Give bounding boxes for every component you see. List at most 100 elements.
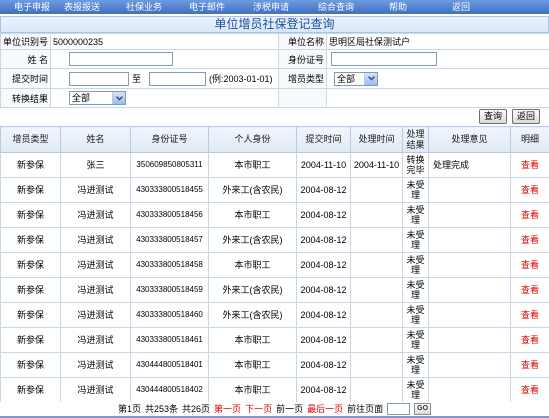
- prev-page-link[interactable]: 前一页: [276, 402, 303, 415]
- cell-process-time: [350, 327, 403, 353]
- go-button[interactable]: GO: [414, 402, 432, 415]
- name-input[interactable]: [69, 52, 173, 66]
- nav-general-query[interactable]: 综合查询: [318, 0, 354, 14]
- cell-identity: 外来工(含农民): [208, 302, 297, 328]
- first-page-link[interactable]: 第一页: [214, 402, 241, 415]
- cell-result: 未受理: [402, 302, 429, 328]
- conversion-result-group: 全部: [53, 91, 276, 105]
- query-button[interactable]: 查询: [478, 109, 507, 124]
- name-field-cell: [50, 49, 279, 69]
- cell-identity: 本市职工: [208, 252, 297, 278]
- cell-submit-time: 2004-08-12: [296, 377, 351, 402]
- id-number-field-cell: [326, 49, 549, 69]
- chevron-down-icon[interactable]: [364, 72, 377, 85]
- date-to-input[interactable]: [149, 71, 207, 86]
- nav-back[interactable]: 返回: [452, 0, 470, 14]
- column-header-type: 增员类型: [0, 126, 61, 153]
- table-row: 新参保 冯进测试 430333800518458 本市职工 2004-08-12 未受理 查…: [0, 252, 549, 278]
- cell-name: 冯进测试: [60, 352, 131, 378]
- form-row-person: 姓 名 身份证号: [0, 49, 549, 69]
- column-header-id-number: 身份证号: [130, 126, 209, 153]
- view-detail-link[interactable]: 查看: [521, 285, 539, 295]
- table-header-row: 增员类型 姓名 身份证号 个人身份 提交时间 处理时间 处理结果 处理意见 明细: [0, 126, 549, 153]
- increase-type-select[interactable]: 全部: [334, 71, 378, 86]
- nav-help[interactable]: 帮助: [389, 0, 407, 14]
- table-row: 新参保 冯进测试 430333800518457 外来工(含农民) 2004-08-12…: [0, 227, 549, 253]
- column-header-identity: 个人身份: [208, 126, 297, 153]
- increase-type-field-cell: 全部: [326, 68, 549, 89]
- table-row: 新参保 冯进测试 430444800518401 本市职工 2004-08-12 未受理 查…: [0, 352, 549, 378]
- cell-opinion: [428, 177, 511, 203]
- cell-identity: 本市职工: [208, 327, 297, 353]
- form-row-result: 转换结果 全部: [0, 88, 549, 108]
- query-form-wrapper: 单位识别号 5000000235 单位名称 思明区局社保测试户 姓 名 身份证号…: [0, 33, 549, 108]
- cell-id-number: 430444800518402: [130, 377, 209, 402]
- view-detail-link[interactable]: 查看: [521, 185, 539, 195]
- cell-identity: 本市职工: [208, 352, 297, 378]
- cell-submit-time: 2004-08-12: [296, 327, 351, 353]
- cell-id-number: 430333800518459: [130, 277, 209, 303]
- table-row: 新参保 冯进测试 430333800518459 外来工(含农民) 2004-08-12…: [0, 277, 549, 303]
- view-detail-link[interactable]: 查看: [521, 310, 539, 320]
- column-header-detail: 明细: [510, 126, 549, 153]
- goto-page-input[interactable]: [387, 402, 411, 415]
- total-pages-text: 共26页: [182, 404, 211, 414]
- view-detail-link[interactable]: 查看: [521, 235, 539, 245]
- cell-detail: 查看: [510, 352, 549, 378]
- cell-process-time: [350, 352, 403, 378]
- cell-identity: 外来工(含农民): [208, 227, 297, 253]
- cell-process-time: 2004-11-10: [350, 152, 403, 178]
- cell-submit-time: 2004-08-12: [296, 352, 351, 378]
- next-page-link[interactable]: 下一页: [245, 402, 272, 415]
- view-detail-link[interactable]: 查看: [521, 210, 539, 220]
- cell-type: 新参保: [0, 277, 61, 303]
- cell-detail: 查看: [510, 327, 549, 353]
- cell-opinion: [428, 227, 511, 253]
- nav-social-security[interactable]: 社保业务: [126, 0, 162, 14]
- table-row: 新参保 冯进测试 430333800518461 本市职工 2004-08-12 未受理 查…: [0, 327, 549, 353]
- name-label: 姓 名: [0, 49, 51, 69]
- goto-page-label: 前往页面: [347, 404, 384, 414]
- last-page-link[interactable]: 最后一页: [307, 402, 343, 415]
- cell-id-number: 430333800518461: [130, 327, 209, 353]
- nav-email[interactable]: 电子邮件: [189, 0, 225, 14]
- cell-type: 新参保: [0, 202, 61, 228]
- submit-time-field-cell: 至 (例:2003-01-01): [50, 68, 279, 89]
- cell-id-number: 430333800518460: [130, 302, 209, 328]
- id-number-input[interactable]: [331, 52, 437, 66]
- cell-opinion: [428, 352, 511, 378]
- nav-report-submission[interactable]: 表报报送: [64, 0, 100, 14]
- nav-e-declaration[interactable]: 电子申报: [14, 0, 50, 14]
- top-nav: 电子申报 表报报送 社保业务 电子邮件 涉税申请 综合查询 帮助 返回: [0, 0, 549, 14]
- view-detail-link[interactable]: 查看: [521, 335, 539, 345]
- cell-name: 冯进测试: [60, 277, 131, 303]
- view-detail-link[interactable]: 查看: [521, 160, 539, 170]
- cell-opinion: [428, 302, 511, 328]
- chevron-down-icon[interactable]: [112, 92, 125, 104]
- view-detail-link[interactable]: 查看: [521, 360, 539, 370]
- conversion-result-select[interactable]: 全部: [69, 91, 126, 105]
- cell-type: 新参保: [0, 377, 61, 402]
- increase-type-group: 全部: [329, 71, 547, 86]
- conversion-result-field-cell: 全部: [50, 88, 279, 108]
- cell-submit-time: 2004-08-12: [296, 202, 351, 228]
- view-detail-link[interactable]: 查看: [521, 260, 539, 270]
- cell-type: 新参保: [0, 352, 61, 378]
- column-header-process-time: 处理时间: [350, 126, 403, 153]
- date-from-input[interactable]: [69, 71, 129, 86]
- cell-process-time: [350, 202, 403, 228]
- back-button[interactable]: 返回: [511, 109, 540, 124]
- cell-process-time: [350, 177, 403, 203]
- cell-detail: 查看: [510, 202, 549, 228]
- cell-opinion: [428, 277, 511, 303]
- cell-name: 冯进测试: [60, 377, 131, 402]
- column-header-opinion: 处理意见: [428, 126, 511, 153]
- cell-process-time: [350, 302, 403, 328]
- cell-process-time: [350, 227, 403, 253]
- cell-result: 未受理: [402, 227, 429, 253]
- cell-name: 冯进测试: [60, 227, 131, 253]
- view-detail-link[interactable]: 查看: [521, 385, 539, 395]
- nav-tax-application[interactable]: 涉税申请: [253, 0, 289, 14]
- cell-identity: 本市职工: [208, 152, 297, 178]
- cell-submit-time: 2004-08-12: [296, 252, 351, 278]
